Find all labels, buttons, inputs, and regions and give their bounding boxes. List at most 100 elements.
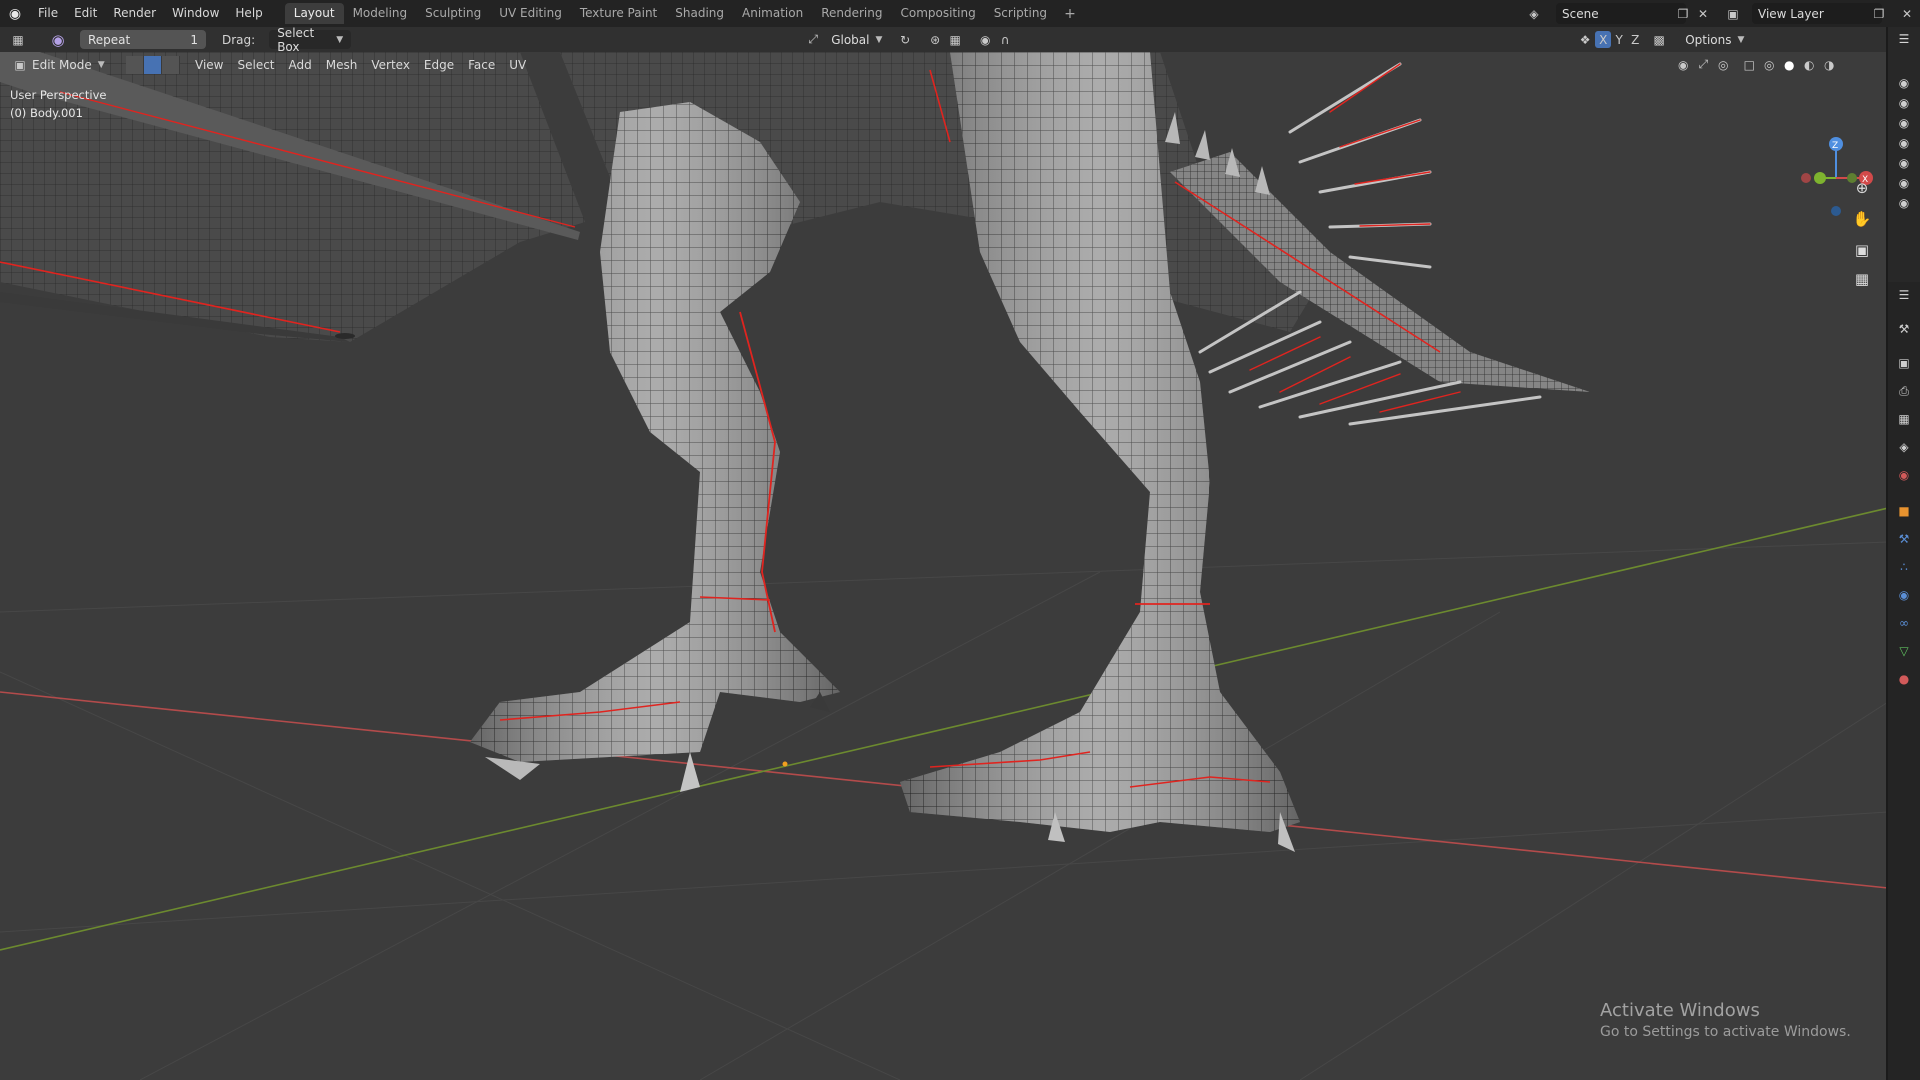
options-dropdown[interactable]: Options ▼ — [1677, 30, 1744, 49]
drag-select[interactable]: Select Box ▼ — [269, 26, 352, 54]
active-tool-icon[interactable]: ◉ — [48, 30, 68, 50]
shading-wireframe-icon[interactable]: ◎ — [1759, 55, 1779, 75]
auto-merge-icon[interactable]: ▩ — [1649, 30, 1669, 50]
add-workspace-button[interactable]: + — [1056, 6, 1084, 22]
workspace-tabs: Layout Modeling Sculpting UV Editing Tex… — [284, 0, 1084, 27]
tab-uv-editing[interactable]: UV Editing — [490, 3, 571, 24]
view-layer-field[interactable]: View Layer — [1752, 3, 1882, 24]
menu-face[interactable]: Face — [461, 58, 502, 72]
remove-view-layer-icon[interactable]: ✕ — [1896, 3, 1918, 24]
view-layer-icon[interactable]: ▣ — [1722, 3, 1744, 24]
proportional-editing-icon[interactable]: ◉ — [975, 30, 995, 50]
menu-render[interactable]: Render — [105, 0, 164, 27]
menu-help[interactable]: Help — [227, 0, 270, 27]
menu-add[interactable]: Add — [282, 58, 319, 72]
camera-visibility-icon[interactable]: ◉ — [1894, 74, 1914, 92]
viewport-info: User Perspective (0) Body.001 — [10, 86, 106, 122]
modifier-properties-icon[interactable]: ⚒ — [1894, 530, 1914, 548]
falloff-icon[interactable]: ∩ — [995, 30, 1015, 50]
tab-texture-paint[interactable]: Texture Paint — [571, 3, 666, 24]
shading-material-icon[interactable]: ◐ — [1799, 55, 1819, 75]
chevron-down-icon: ▼ — [336, 34, 344, 45]
edge-select-toggle[interactable] — [144, 55, 162, 74]
menu-select[interactable]: Select — [230, 58, 281, 72]
properties-editor-icon[interactable]: ☰ — [1894, 286, 1914, 304]
snap-target-icon[interactable]: ▦ — [945, 30, 965, 50]
camera-view-icon[interactable]: ▣ — [1850, 238, 1874, 262]
tab-shading[interactable]: Shading — [666, 3, 733, 24]
transform-orientation-select[interactable]: Global ▼ — [823, 30, 891, 49]
mirror-icon[interactable]: ❖ — [1575, 30, 1595, 50]
zoom-icon[interactable]: ⊕ — [1850, 176, 1874, 200]
viewport-scene: Z X — [0, 52, 1888, 1080]
tab-compositing[interactable]: Compositing — [891, 3, 984, 24]
remove-scene-icon[interactable]: ✕ — [1692, 3, 1714, 24]
blender-logo-icon[interactable]: ◉ — [0, 0, 30, 27]
menu-view[interactable]: View — [188, 58, 230, 72]
object-label: (0) Body.001 — [10, 106, 83, 120]
material-properties-icon[interactable]: ● — [1894, 670, 1914, 688]
axis-y-toggle[interactable]: Y — [1611, 30, 1627, 50]
menu-edge[interactable]: Edge — [417, 58, 461, 72]
scene-properties-icon[interactable]: ◈ — [1894, 438, 1914, 456]
particle-properties-icon[interactable]: ∴ — [1894, 558, 1914, 576]
menu-window[interactable]: Window — [164, 0, 227, 27]
camera-visibility-icon[interactable]: ◉ — [1894, 154, 1914, 172]
scene-icon[interactable]: ◈ — [1523, 3, 1545, 24]
scene-field[interactable]: Scene — [1556, 3, 1686, 24]
xray-icon[interactable]: □ — [1739, 55, 1759, 75]
new-view-layer-icon[interactable]: ❐ — [1868, 3, 1890, 24]
axis-x-toggle[interactable]: X — [1595, 31, 1612, 48]
shading-rendered-icon[interactable]: ◑ — [1819, 55, 1839, 75]
face-select-toggle[interactable] — [162, 55, 180, 74]
options-label: Options — [1685, 32, 1732, 47]
menu-uv[interactable]: UV — [502, 58, 533, 72]
visibility-icon[interactable]: ◉ — [1673, 55, 1693, 75]
tab-animation[interactable]: Animation — [733, 3, 812, 24]
camera-visibility-icon[interactable]: ◉ — [1894, 194, 1914, 212]
view-layer-properties-icon[interactable]: ▦ — [1894, 410, 1914, 428]
tab-modeling[interactable]: Modeling — [344, 3, 417, 24]
editor-type-icon[interactable]: ▦ — [8, 30, 28, 50]
axis-z-toggle[interactable]: Z — [1627, 30, 1643, 50]
camera-visibility-icon[interactable]: ◉ — [1894, 94, 1914, 112]
shading-solid-icon[interactable]: ● — [1779, 55, 1799, 75]
menu-file[interactable]: File — [30, 0, 66, 27]
drag-label: Drag: — [222, 32, 256, 47]
3d-cursor-origin — [782, 761, 788, 767]
repeat-button[interactable]: Repeat 1 — [80, 30, 206, 49]
mesh-data-properties-icon[interactable]: ▽ — [1894, 642, 1914, 660]
perspective-toggle-icon[interactable]: ▦ — [1850, 267, 1874, 291]
camera-visibility-icon[interactable]: ◉ — [1894, 134, 1914, 152]
camera-visibility-icon[interactable]: ◉ — [1894, 114, 1914, 132]
output-properties-icon[interactable]: ⎙ — [1894, 382, 1914, 400]
tab-scripting[interactable]: Scripting — [985, 3, 1056, 24]
menu-edit[interactable]: Edit — [66, 0, 105, 27]
menu-mesh[interactable]: Mesh — [319, 58, 365, 72]
menu-vertex[interactable]: Vertex — [364, 58, 417, 72]
outliner-icon[interactable]: ☰ — [1894, 30, 1914, 48]
tab-sculpting[interactable]: Sculpting — [416, 3, 490, 24]
constraint-properties-icon[interactable]: ∞ — [1894, 614, 1914, 632]
mode-value: Edit Mode — [32, 57, 92, 72]
overlays-icon[interactable]: ◎ — [1713, 55, 1733, 75]
object-properties-icon[interactable]: ■ — [1894, 502, 1914, 520]
render-properties-icon[interactable]: ▣ — [1894, 354, 1914, 372]
gizmos-icon[interactable]: ⤢ — [1693, 55, 1713, 75]
camera-visibility-icon[interactable]: ◉ — [1894, 174, 1914, 192]
tab-layout[interactable]: Layout — [284, 3, 344, 24]
vertex-select-toggle[interactable] — [126, 55, 144, 74]
tool-properties-icon[interactable]: ⚒ — [1894, 320, 1914, 338]
3d-viewport[interactable]: Z X ▣ Edit Mode ▼ View Select Add Mesh Ve… — [0, 52, 1888, 1080]
pan-hand-icon[interactable]: ✋ — [1850, 207, 1874, 231]
chevron-down-icon: ▼ — [875, 34, 883, 45]
mode-select[interactable]: Edit Mode ▼ — [30, 55, 118, 74]
drag-value: Select Box — [277, 25, 315, 54]
new-scene-icon[interactable]: ❐ — [1672, 3, 1694, 24]
chevron-down-icon: ▼ — [97, 59, 105, 70]
physics-properties-icon[interactable]: ◉ — [1894, 586, 1914, 604]
world-properties-icon[interactable]: ◉ — [1894, 466, 1914, 484]
snap-icon[interactable]: ⊛ — [925, 30, 945, 50]
pivot-point-icon[interactable]: ↻ — [895, 30, 915, 50]
tab-rendering[interactable]: Rendering — [812, 3, 891, 24]
